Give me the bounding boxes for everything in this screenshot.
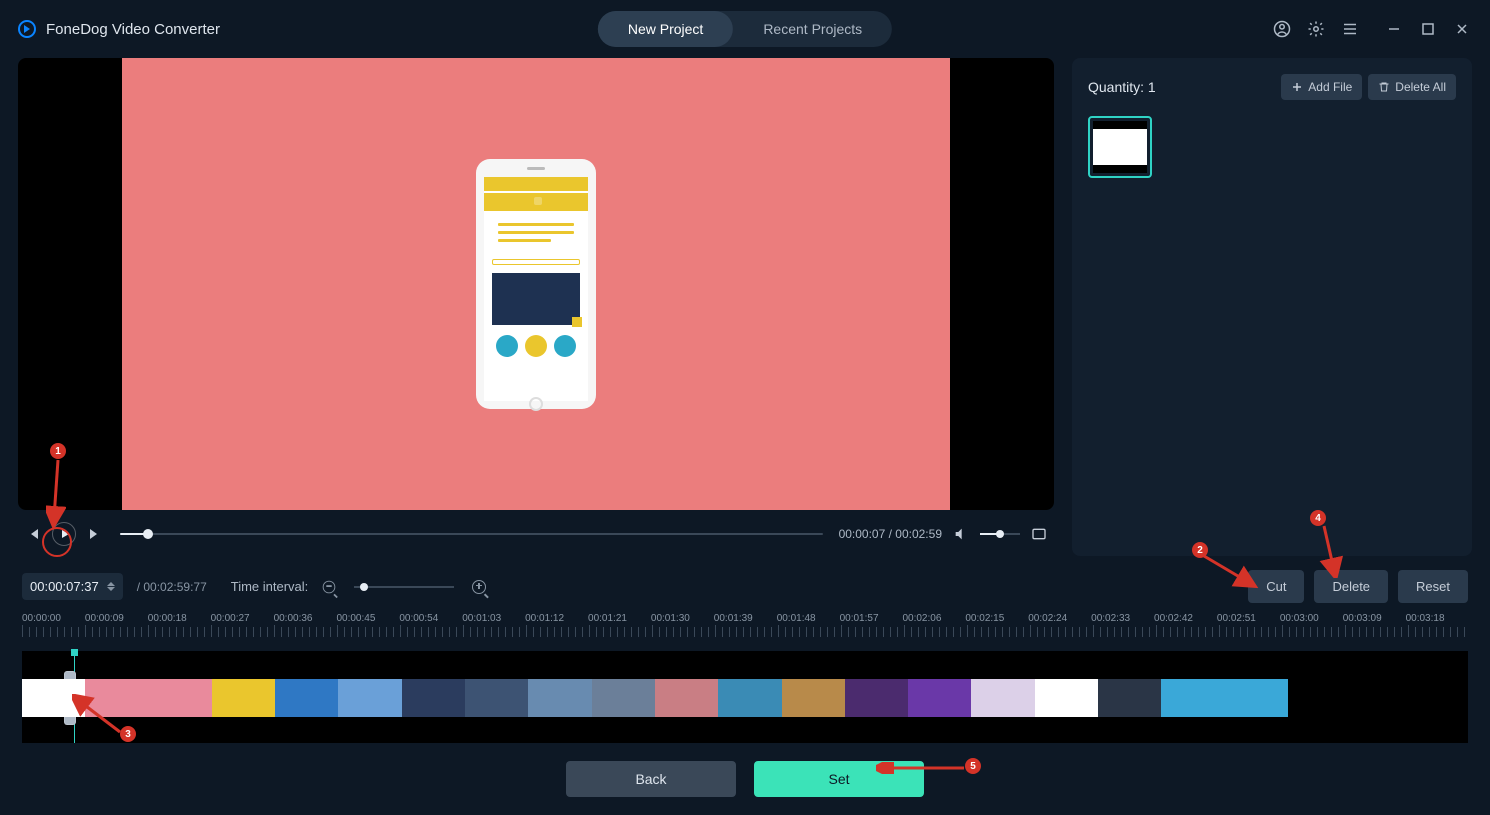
ruler-label: 00:00:27: [211, 613, 273, 624]
close-button[interactable]: [1452, 19, 1472, 39]
annotation-arrow-1: [46, 458, 66, 528]
tab-recent-projects[interactable]: Recent Projects: [733, 11, 892, 47]
preview-frame: [122, 58, 951, 510]
ruler-label: 00:00:09: [85, 613, 147, 624]
interval-slider[interactable]: [354, 586, 454, 588]
ruler-label: 00:00:18: [148, 613, 210, 624]
titlebar-right: [1272, 19, 1472, 39]
quantity-label: Quantity: 1: [1088, 79, 1156, 95]
annotation-badge-1: 1: [50, 443, 66, 459]
ruler-label: 00:00:54: [399, 613, 461, 624]
next-frame-button[interactable]: [86, 525, 104, 543]
ruler-label: 00:01:30: [651, 613, 713, 624]
clip-frames: [22, 679, 1288, 717]
video-preview[interactable]: [18, 58, 1054, 510]
preview-column: 00:00:07 / 00:02:59: [18, 58, 1054, 556]
annotation-badge-2: 2: [1192, 542, 1208, 558]
ruler-label: 00:01:03: [462, 613, 524, 624]
ruler-label: 00:02:33: [1091, 613, 1153, 624]
timeline-ruler[interactable]: 00:00:0000:00:0900:00:1800:00:2700:00:36…: [0, 607, 1490, 637]
ruler-label: 00:03:00: [1280, 613, 1342, 624]
clips-panel: Quantity: 1 Add File Delete All: [1072, 58, 1472, 556]
back-button[interactable]: Back: [566, 761, 736, 797]
annotation-arrow-2: [1200, 552, 1260, 592]
prev-frame-button[interactable]: [24, 525, 42, 543]
ruler-label: 00:02:06: [902, 613, 964, 624]
interval-label: Time interval:: [231, 579, 309, 594]
current-time-input[interactable]: 00:00:07:37: [22, 573, 123, 600]
window-controls: [1384, 19, 1472, 39]
ruler-label: 00:01:12: [525, 613, 587, 624]
clips-panel-header: Quantity: 1 Add File Delete All: [1088, 74, 1456, 100]
reset-button[interactable]: Reset: [1398, 570, 1468, 603]
fullscreen-button[interactable]: [1030, 525, 1048, 543]
add-file-button[interactable]: Add File: [1281, 74, 1362, 100]
annotation-highlight-1: [42, 527, 72, 557]
edit-bar: 00:00:07:37 / 00:02:59:77 Time interval:…: [0, 556, 1490, 607]
ruler-label: 00:02:15: [965, 613, 1027, 624]
edit-actions: Cut Delete Reset: [1248, 570, 1468, 603]
account-icon[interactable]: [1272, 19, 1292, 39]
annotation-badge-3: 3: [120, 726, 136, 742]
zoom-out-icon[interactable]: [323, 580, 336, 593]
progress-slider[interactable]: [120, 533, 823, 535]
total-time: / 00:02:59:77: [137, 580, 207, 594]
ruler-label: 00:03:18: [1406, 613, 1468, 624]
annotation-arrow-4: [1316, 524, 1346, 578]
menu-icon[interactable]: [1340, 19, 1360, 39]
ruler-label: 00:01:39: [714, 613, 776, 624]
main-area: 00:00:07 / 00:02:59 Quantity: 1 Add File…: [0, 58, 1490, 556]
delete-all-button[interactable]: Delete All: [1368, 74, 1456, 100]
clip-thumbnail[interactable]: [1088, 116, 1152, 178]
maximize-button[interactable]: [1418, 19, 1438, 39]
tab-new-project[interactable]: New Project: [598, 11, 733, 47]
titlebar: FoneDog Video Converter New Project Rece…: [0, 0, 1490, 58]
zoom-in-icon[interactable]: [472, 580, 486, 594]
phone-graphic: [476, 159, 596, 409]
volume-icon[interactable]: [952, 525, 970, 543]
annotation-badge-4: 4: [1310, 510, 1326, 526]
ruler-label: 00:00:45: [336, 613, 398, 624]
ruler-label: 00:01:21: [588, 613, 650, 624]
annotation-arrow-5: [876, 762, 968, 774]
ruler-label: 00:01:48: [777, 613, 839, 624]
main-tabs: New Project Recent Projects: [598, 11, 892, 47]
time-spinner[interactable]: [107, 582, 115, 591]
app-title: FoneDog Video Converter: [46, 21, 220, 38]
ruler-label: 00:03:09: [1343, 613, 1405, 624]
minimize-button[interactable]: [1384, 19, 1404, 39]
filmstrip[interactable]: [22, 651, 1468, 743]
ruler-label: 00:02:51: [1217, 613, 1279, 624]
ruler-label: 00:02:24: [1028, 613, 1090, 624]
ruler-label: 00:01:57: [840, 613, 902, 624]
playback-time: 00:00:07 / 00:02:59: [839, 527, 942, 541]
playback-bar: 00:00:07 / 00:02:59: [18, 512, 1054, 556]
bottom-buttons: Back Set: [0, 743, 1490, 815]
volume-slider[interactable]: [980, 533, 1020, 535]
ruler-label: 00:02:42: [1154, 613, 1216, 624]
app-logo-icon: [18, 20, 36, 38]
annotation-badge-5: 5: [965, 758, 981, 774]
settings-icon[interactable]: [1306, 19, 1326, 39]
ruler-label: 00:00:00: [22, 613, 84, 624]
ruler-label: 00:00:36: [274, 613, 336, 624]
